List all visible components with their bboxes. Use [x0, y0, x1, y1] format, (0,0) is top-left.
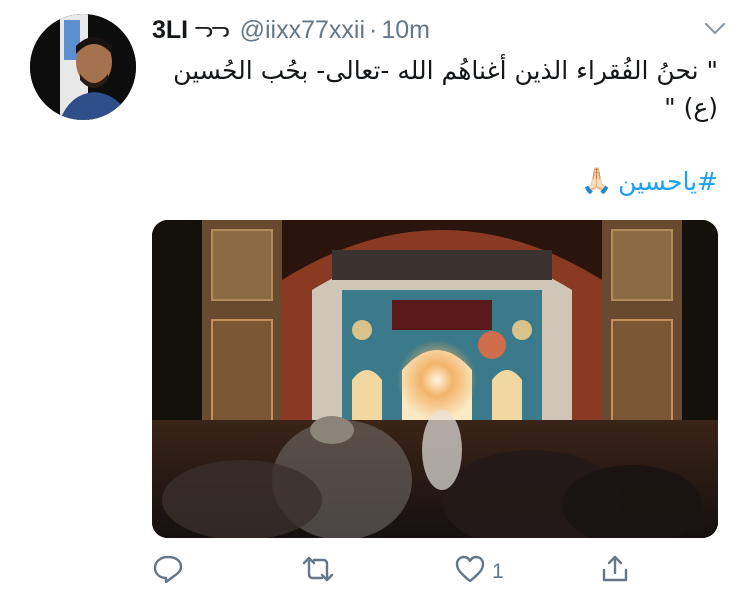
tweet-media-image[interactable] [152, 220, 718, 538]
name-emoji: ᓓᓓ [194, 17, 229, 42]
tweet-action-bar: 1 [152, 552, 632, 592]
praying-hands-emoji: 🙏🏻 [581, 166, 613, 195]
chevron-down-icon[interactable] [700, 14, 730, 44]
like-button[interactable]: 1 [454, 552, 504, 592]
hashtag-line: #ياحسين 🙏🏻 [581, 166, 718, 196]
shrine-photo [152, 220, 718, 538]
retweet-button[interactable] [300, 552, 336, 592]
tweet-text: " نحنُ الفُقراء الذين أغناهُم الله -تعال… [173, 56, 718, 122]
share-button[interactable] [600, 552, 630, 592]
retweet-icon [300, 554, 336, 590]
share-icon [600, 554, 630, 590]
avatar[interactable] [30, 14, 136, 120]
reply-icon [152, 554, 184, 590]
timestamp[interactable]: 10m [381, 16, 430, 45]
tweet-header: 3LI ᓓᓓ @iixx77xxii · 10m [152, 12, 730, 48]
hashtag-link[interactable]: #ياحسين [618, 167, 718, 196]
reply-button[interactable] [152, 552, 184, 592]
user-handle[interactable]: @iixx77xxii [240, 16, 365, 45]
separator-dot: · [369, 15, 378, 44]
heart-icon [454, 554, 486, 590]
avatar-photo [30, 14, 136, 120]
display-name[interactable]: 3LI [152, 16, 188, 45]
like-count: 1 [492, 560, 504, 583]
